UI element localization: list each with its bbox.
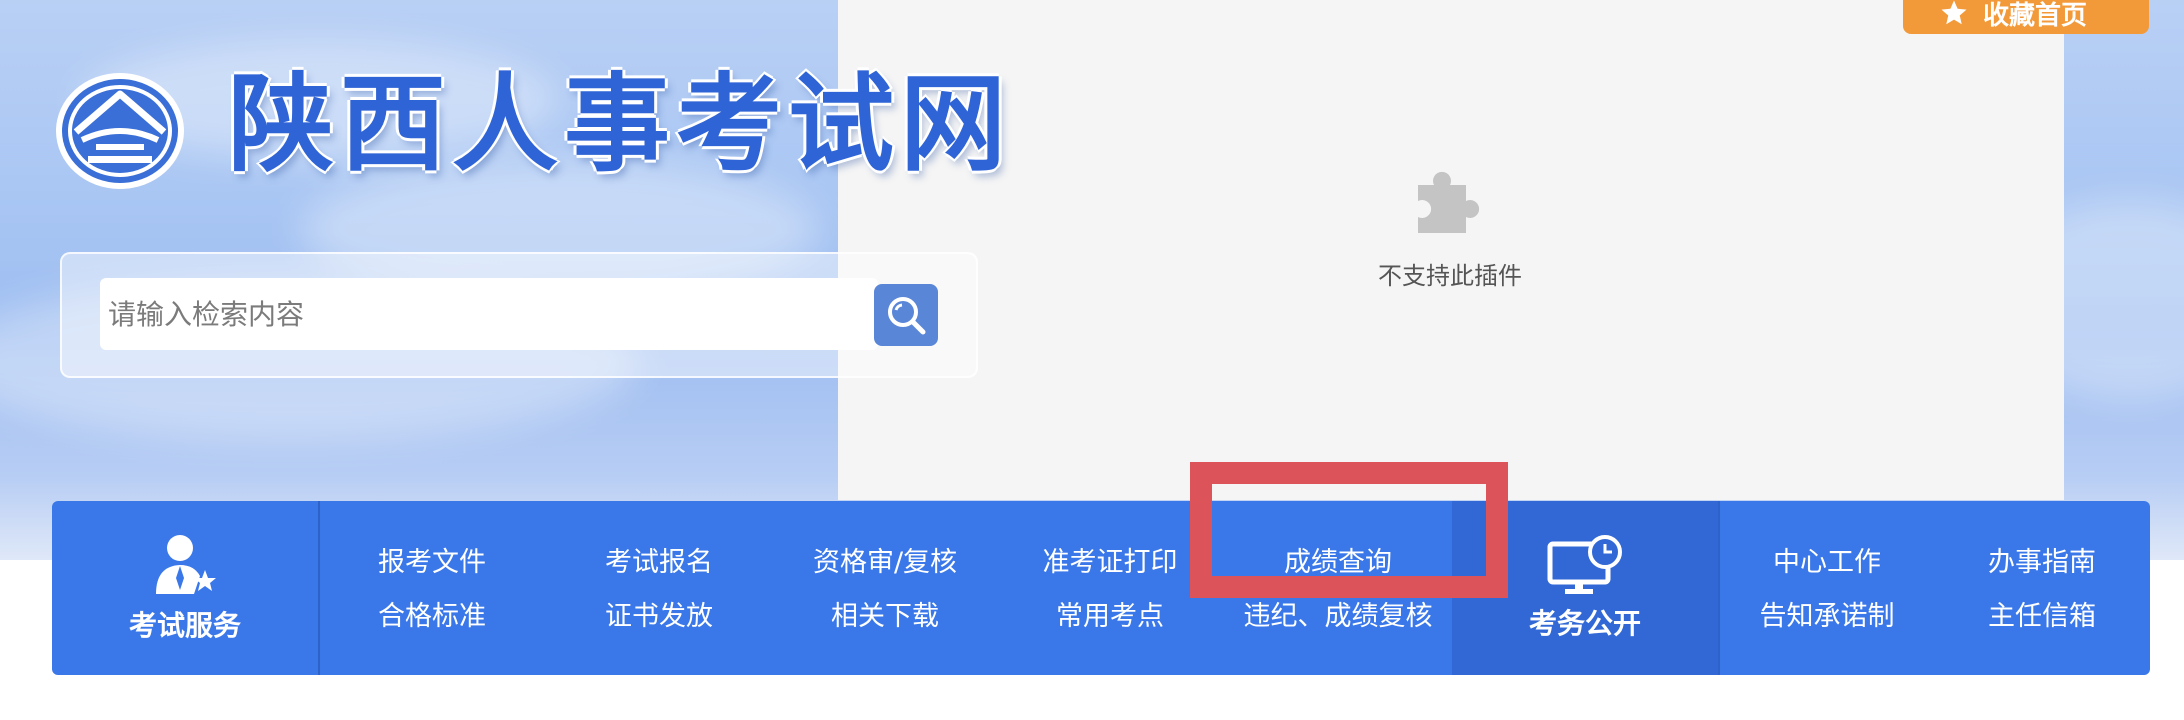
nav-link-kaoshi-baoming[interactable]: 考试报名 bbox=[605, 549, 713, 576]
nav-link-baokao-wenjian[interactable]: 报考文件 bbox=[378, 549, 486, 576]
site-title: 陕西人事考试网 bbox=[228, 63, 1012, 186]
search-input[interactable] bbox=[100, 278, 878, 350]
nav-link-changyong-kaodian[interactable]: 常用考点 bbox=[1056, 603, 1164, 630]
nav-divider bbox=[318, 501, 320, 675]
nav-link-zhongxin-gongzuo[interactable]: 中心工作 bbox=[1773, 549, 1881, 576]
nav-link-zhengshu-fafang[interactable]: 证书发放 bbox=[605, 603, 713, 630]
nav-link-hege-biaozhun[interactable]: 合格标准 bbox=[378, 603, 486, 630]
nav-link-zige-shen[interactable]: 资格审/复核 bbox=[813, 549, 957, 576]
nav-section-label: 考务公开 bbox=[1528, 607, 1641, 640]
nav-section-exam-service[interactable]: 考试服务 bbox=[52, 501, 318, 675]
plugin-message: 不支持此插件 bbox=[1378, 262, 1522, 290]
site-logo-icon[interactable] bbox=[52, 70, 188, 192]
star-icon bbox=[1941, 0, 1967, 25]
nav-link-gaozhi-chengnuo[interactable]: 告知承诺制 bbox=[1760, 603, 1895, 630]
nav-link-zhunkaozheng[interactable]: 准考证打印 bbox=[1043, 549, 1178, 576]
nav-divider bbox=[1718, 501, 1720, 675]
nav-link-zhuren-xinxiang[interactable]: 主任信箱 bbox=[1988, 603, 2096, 630]
search-button[interactable] bbox=[874, 284, 938, 346]
main-nav: 考试服务 报考文件 考试报名 资格审/复核 准考证打印 成绩查询 合格标准 证书… bbox=[52, 501, 2150, 675]
plugin-placeholder bbox=[838, 0, 2064, 500]
puzzle-piece-icon bbox=[1418, 171, 1480, 233]
monitor-clock-icon bbox=[1547, 535, 1622, 594]
bookmark-button[interactable]: 收藏首页 bbox=[1903, 0, 2149, 34]
bookmark-label: 收藏首页 bbox=[1983, 0, 2088, 31]
highlight-annotation-box bbox=[1190, 462, 1508, 598]
nav-link-weiji-fuhe[interactable]: 违纪、成绩复核 bbox=[1244, 603, 1433, 630]
nav-link-banshi-zhinan[interactable]: 办事指南 bbox=[1988, 549, 2096, 576]
nav-link-xiangguan-xiazai[interactable]: 相关下载 bbox=[831, 603, 939, 630]
nav-section-label: 考试服务 bbox=[128, 609, 241, 642]
search-icon bbox=[888, 297, 926, 335]
user-star-icon bbox=[156, 535, 216, 594]
